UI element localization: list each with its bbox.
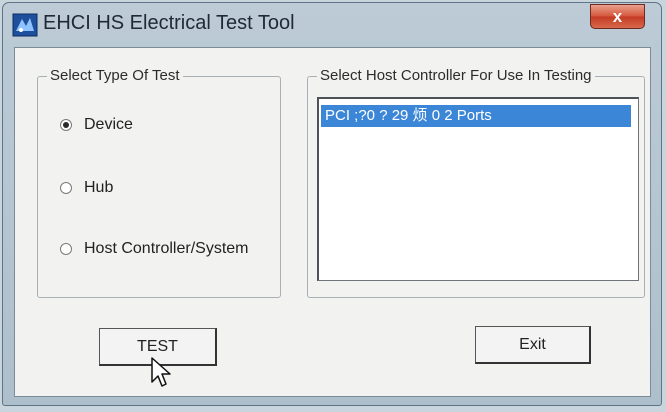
app-icon [12,13,38,37]
host-controller-legend: Select Host Controller For Use In Testin… [317,67,595,84]
test-type-legend: Select Type Of Test [47,67,183,84]
exit-button[interactable]: Exit [475,326,591,364]
radio-label-host-controller: Host Controller/System [84,240,249,257]
list-item[interactable]: PCI ;?0 ? 29 烦 0 2 Ports [321,105,631,127]
title-bar[interactable]: EHCI HS Electrical Test Tool x [3,3,661,49]
radio-button-hub[interactable] [60,182,72,194]
close-icon: x [612,6,623,26]
radio-button-host-controller[interactable] [60,243,72,255]
radio-label-device: Device [84,116,133,133]
window-title: EHCI HS Electrical Test Tool [43,12,295,34]
host-controller-listbox[interactable]: PCI ;?0 ? 29 烦 0 2 Ports [317,97,639,281]
radio-selected-dot [63,122,69,128]
radio-button-device[interactable] [60,119,72,131]
close-button[interactable]: x [590,4,645,29]
radio-label-hub: Hub [84,179,114,196]
host-controller-group: Select Host Controller For Use In Testin… [307,67,645,298]
radio-device[interactable]: Device [60,116,133,134]
dialog-client-area: Select Type Of Test Device Hub Host Cont… [14,47,651,397]
app-window: EHCI HS Electrical Test Tool x Select Ty… [2,2,662,406]
mouse-pointer-icon [151,357,171,387]
radio-hub[interactable]: Hub [60,179,113,197]
radio-host-controller[interactable]: Host Controller/System [60,240,249,258]
test-type-group: Select Type Of Test Device Hub Host Cont… [37,67,281,298]
